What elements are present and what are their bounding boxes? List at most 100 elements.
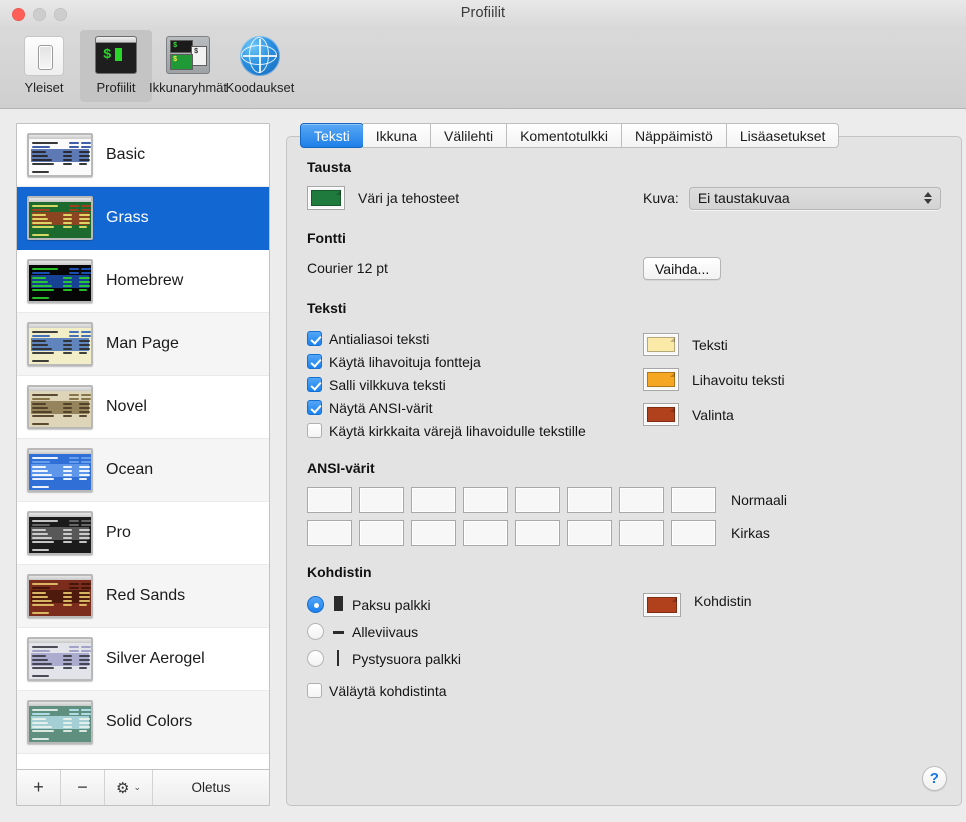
- ansi-color-well[interactable]: [671, 520, 716, 546]
- radio-label: Paksu palkki: [352, 596, 431, 613]
- tab-label: Lisäasetukset: [739, 127, 826, 144]
- change-font-label: Vaihda...: [655, 260, 710, 277]
- ansi-color-well[interactable]: [359, 520, 404, 546]
- ansi-color-well[interactable]: [619, 487, 664, 513]
- color-well-label: Valinta: [692, 406, 734, 423]
- checkbox-row[interactable]: Käytä kirkkaita värejä lihavoidulle teks…: [307, 419, 643, 442]
- background-color-well[interactable]: [307, 186, 345, 210]
- checkbox-row[interactable]: Salli vilkkuva teksti: [307, 373, 643, 396]
- help-button[interactable]: ?: [921, 766, 947, 791]
- checkbox-icon[interactable]: [307, 400, 322, 415]
- tab-teksti[interactable]: Teksti: [300, 123, 364, 148]
- checkbox-label: Väläytä kohdistinta: [329, 682, 447, 699]
- checkbox-icon[interactable]: [307, 354, 322, 369]
- profile-list-item[interactable]: Red Sands: [17, 565, 269, 628]
- color-well[interactable]: [643, 403, 679, 426]
- radio-row[interactable]: Pystysuora palkki: [307, 645, 643, 672]
- radio-row[interactable]: Paksu palkki: [307, 591, 643, 618]
- tab-label: Ikkuna: [375, 127, 418, 144]
- profile-actions-menu-button[interactable]: ⚙ ⌄: [105, 770, 153, 805]
- profile-list-item[interactable]: Solid Colors: [17, 691, 269, 754]
- ansi-color-well[interactable]: [307, 487, 352, 513]
- tab-label: Välilehti: [444, 127, 494, 144]
- checkbox-row[interactable]: Käytä lihavoituja fontteja: [307, 350, 643, 373]
- profile-list-item[interactable]: Basic: [17, 124, 269, 187]
- change-font-button[interactable]: Vaihda...: [643, 257, 722, 280]
- ansi-color-well[interactable]: [567, 487, 612, 513]
- profile-name: Solid Colors: [106, 713, 193, 730]
- ansi-color-well[interactable]: [515, 520, 560, 546]
- profile-list-item[interactable]: Grass: [17, 187, 269, 250]
- checkbox-label: Antialiasoi teksti: [329, 330, 430, 347]
- toolbar-item-label: Profiilit: [96, 80, 136, 95]
- background-image-select[interactable]: Ei taustakuvaa: [688, 186, 941, 210]
- checkbox-icon[interactable]: [307, 331, 322, 346]
- radio-button-icon[interactable]: [307, 650, 324, 667]
- color-well[interactable]: [643, 333, 679, 356]
- radio-button-icon[interactable]: [307, 596, 324, 613]
- ansi-color-well[interactable]: [307, 520, 352, 546]
- preferences-toolbar: Yleiset $ Profiilit $ $ $ Ikkunaryhmät K…: [0, 30, 966, 109]
- color-well[interactable]: [643, 368, 679, 391]
- checkbox-icon[interactable]: [307, 683, 322, 698]
- cursor-shape-vertical-icon: [331, 649, 345, 668]
- toolbar-item-label: Koodaukset: [225, 80, 295, 95]
- question-mark-icon: ?: [929, 770, 939, 787]
- profile-list-item[interactable]: Novel: [17, 376, 269, 439]
- profile-thumbnail: [27, 322, 93, 366]
- ansi-color-well[interactable]: [463, 487, 508, 513]
- cursor-style-radio-group: Paksu palkki Alleviivaus Pystysuora palkki…: [307, 591, 643, 702]
- cursor-color-label: Kohdistin: [694, 593, 752, 609]
- profile-list-item[interactable]: Silver Aerogel: [17, 628, 269, 691]
- blink-cursor-checkbox-row[interactable]: Väläytä kohdistinta: [307, 679, 643, 702]
- ansi-color-well[interactable]: [463, 520, 508, 546]
- plus-icon: +: [33, 777, 44, 797]
- terminal-window-icon: $: [93, 36, 139, 76]
- profile-name: Novel: [106, 398, 147, 415]
- profile-list-item[interactable]: Homebrew: [17, 250, 269, 313]
- toolbar-item-profiilit[interactable]: $ Profiilit: [80, 30, 152, 102]
- window-title: Profiilit: [460, 5, 506, 21]
- tab-n-pp-imist-[interactable]: Näppäimistö: [622, 123, 727, 148]
- ansi-color-well[interactable]: [619, 520, 664, 546]
- ansi-color-well[interactable]: [411, 520, 456, 546]
- settings-tab-bar: Teksti Ikkuna Välilehti Komentotulkki Näppäi…: [286, 123, 962, 148]
- ansi-color-well[interactable]: [411, 487, 456, 513]
- window-body: Basic Grass Homebrew Man Page Novel Ocean Pro R…: [0, 109, 966, 822]
- checkbox-icon[interactable]: [307, 423, 322, 438]
- profile-list-item[interactable]: Man Page: [17, 313, 269, 376]
- color-well-row: Lihavoitu teksti: [643, 362, 941, 397]
- checkbox-row[interactable]: Näytä ANSI-värit: [307, 396, 643, 419]
- set-default-button[interactable]: Oletus: [153, 770, 269, 805]
- radio-button-icon[interactable]: [307, 623, 324, 640]
- tab-komentotulkki[interactable]: Komentotulkki: [507, 123, 623, 148]
- toolbar-item-yleiset[interactable]: Yleiset: [8, 30, 80, 102]
- profile-thumbnail: [27, 196, 93, 240]
- ansi-color-well[interactable]: [671, 487, 716, 513]
- checkbox-row[interactable]: Antialiasoi teksti: [307, 327, 643, 350]
- title-bar: Profiilit: [0, 0, 966, 30]
- toolbar-item-ikkunaryhmat[interactable]: $ $ $ Ikkunaryhmät: [149, 30, 227, 102]
- settings-main: Teksti Ikkuna Välilehti Komentotulkki Näppäi…: [286, 123, 962, 806]
- checkbox-label: Näytä ANSI-värit: [329, 399, 433, 416]
- ansi-color-well[interactable]: [359, 487, 404, 513]
- color-well-row: Valinta: [643, 397, 941, 432]
- cursor-color-well[interactable]: [643, 593, 681, 617]
- font-section-title: Fontti: [307, 230, 346, 246]
- remove-profile-button[interactable]: −: [61, 770, 105, 805]
- checkbox-icon[interactable]: [307, 377, 322, 392]
- toolbar-item-koodaukset[interactable]: Koodaukset: [224, 30, 296, 102]
- ansi-color-well[interactable]: [567, 520, 612, 546]
- profile-list-item[interactable]: Pro: [17, 502, 269, 565]
- add-profile-button[interactable]: +: [17, 770, 61, 805]
- profile-name: Red Sands: [106, 587, 186, 604]
- radio-row[interactable]: Alleviivaus: [307, 618, 643, 645]
- tab-label: Näppäimistö: [635, 127, 713, 144]
- tab-v-lilehti[interactable]: Välilehti: [431, 123, 508, 148]
- profile-list[interactable]: Basic Grass Homebrew Man Page Novel Ocean Pro R…: [17, 124, 269, 769]
- tab-lis-asetukset[interactable]: Lisäasetukset: [726, 123, 840, 148]
- ansi-color-well[interactable]: [515, 487, 560, 513]
- preferences-window: Profiilit Yleiset $ Profiilit $ $ $ Ikku…: [0, 0, 966, 822]
- tab-ikkuna[interactable]: Ikkuna: [362, 123, 432, 148]
- profile-list-item[interactable]: Ocean: [17, 439, 269, 502]
